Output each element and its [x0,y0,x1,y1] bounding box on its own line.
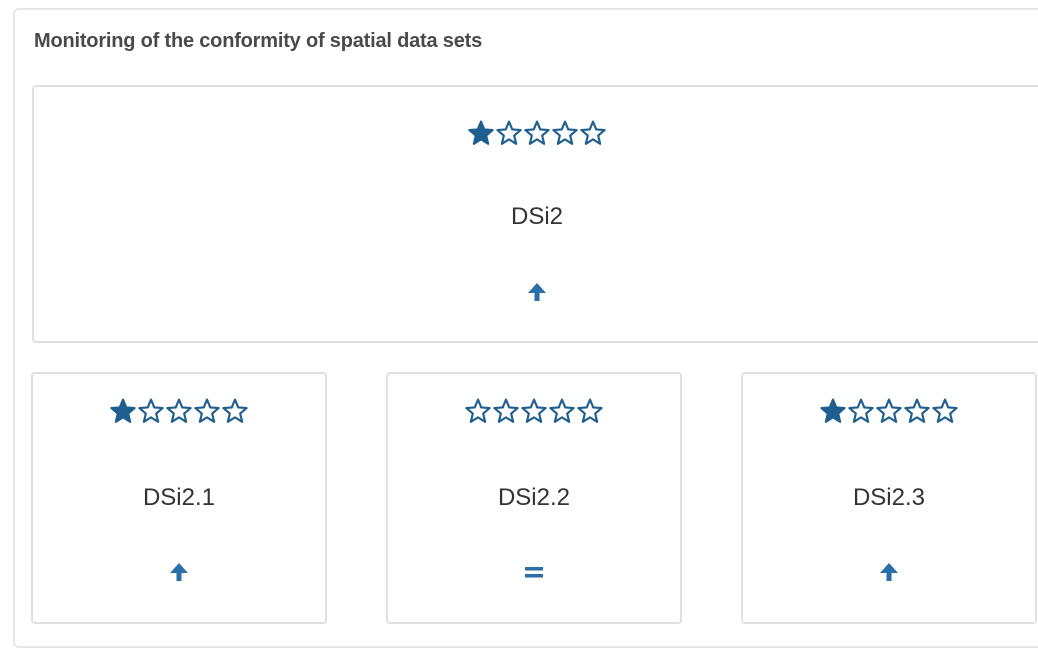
star-outline-icon [138,398,164,423]
star-outline-icon [580,120,606,145]
star-outline-icon [222,398,248,423]
up-arrow-icon [528,283,546,301]
indicator-card-dsi2[interactable]: DSi2 [32,85,1038,343]
up-arrow-icon [170,563,188,581]
indicator-label: DSi2.1 [142,484,216,511]
indicator-card-dsi2-3[interactable]: DSi2.3 [741,372,1037,624]
indicator-card-dsi2-2[interactable]: DSi2.2 [386,372,682,624]
panel-title: Monitoring of the conformity of spatial … [34,30,483,52]
star-outline-icon [848,398,874,423]
star-outline-icon [932,398,958,423]
star-outline-icon [549,398,575,423]
star-filled-icon [820,398,846,423]
star-outline-icon [524,120,550,145]
equals-icon [525,567,543,578]
trend-indicator [33,560,325,584]
star-outline-icon [876,398,902,423]
star-outline-icon [496,120,522,145]
star-rating [743,398,1035,424]
star-outline-icon [493,398,519,423]
trend-indicator [388,560,680,584]
star-rating [388,398,680,424]
trend-indicator [743,560,1035,584]
indicator-card-dsi2-1[interactable]: DSi2.1 [31,372,327,624]
star-rating [34,120,1038,146]
indicator-label: DSi2 [510,203,564,230]
star-outline-icon [465,398,491,423]
star-outline-icon [521,398,547,423]
trend-indicator [34,280,1038,304]
star-outline-icon [577,398,603,423]
star-outline-icon [904,398,930,423]
star-outline-icon [166,398,192,423]
star-outline-icon [552,120,578,145]
indicator-label: DSi2.2 [497,484,571,511]
star-filled-icon [110,398,136,423]
star-rating [33,398,325,424]
star-filled-icon [468,120,494,145]
indicator-label: DSi2.3 [852,484,926,511]
star-outline-icon [194,398,220,423]
up-arrow-icon [880,563,898,581]
